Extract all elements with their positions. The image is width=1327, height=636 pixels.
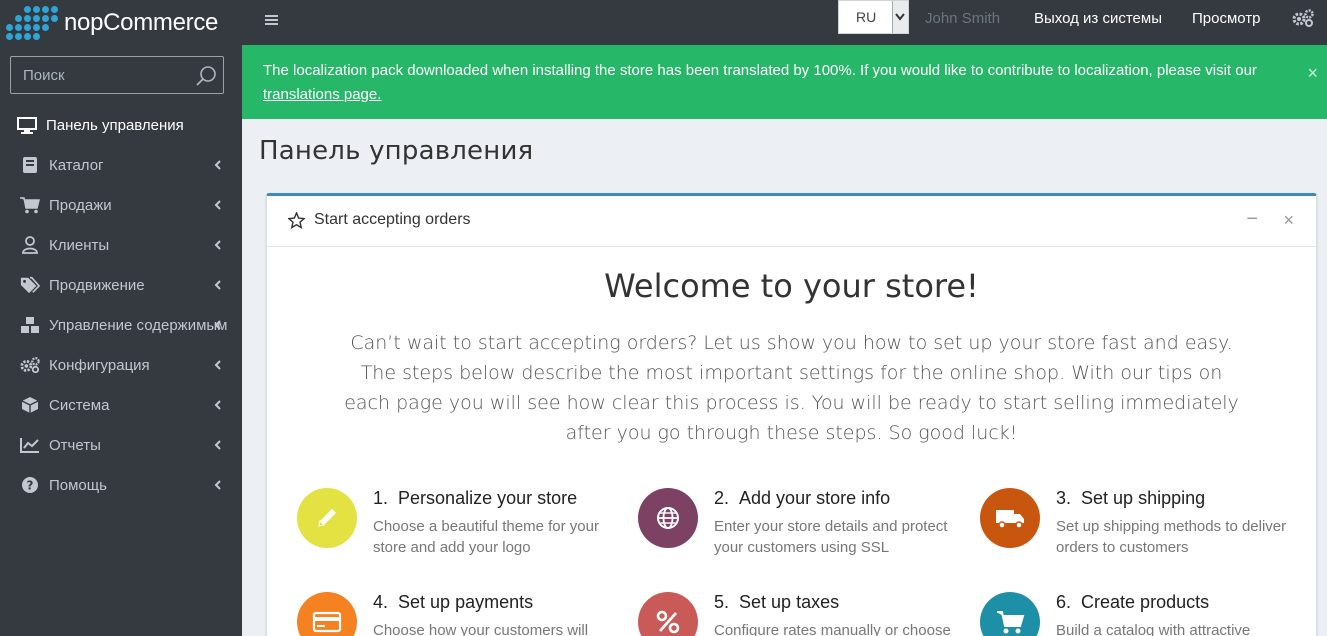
step-title: 2. Add your store info [714,488,891,508]
logout-link[interactable]: Выход из системы [1034,10,1162,27]
chevron-left-icon [214,280,221,290]
step-icon-circle [297,592,357,636]
localization-alert: The localization pack downloaded when in… [242,45,1327,119]
logo-text: nopCommerce [64,8,219,36]
sidebar-item-help[interactable]: ? Помощь [0,465,242,505]
sidebar-item-label: Каталог [49,156,104,174]
search-icon[interactable] [195,65,217,87]
card-minimize-button[interactable]: − [1246,208,1258,231]
chevron-left-icon [214,200,221,210]
line-chart-icon [20,436,40,454]
step-icon-circle [638,592,698,636]
chevron-left-icon [214,360,221,370]
chevron-left-icon [214,240,221,250]
logo[interactable]: nopCommerce [0,0,242,45]
svg-text:?: ? [27,479,34,493]
cogs-icon [20,356,40,374]
sidebar-item-label: Отчеты [49,436,101,454]
sidebar-item-label: Конфигурация [49,356,150,374]
cart-icon [20,196,40,214]
truck-icon [996,510,1024,529]
sidebar-item-reports[interactable]: Отчеты [0,425,242,465]
language-value: RU [856,9,877,25]
welcome-heading: Welcome to your store! [604,267,979,305]
sidebar-item-label: Система [49,396,110,414]
sidebar-item-promotions[interactable]: Продвижение [0,265,242,305]
star-icon [288,212,305,229]
alert-close-button[interactable]: × [1307,61,1318,85]
sidebar-item-label: Управление содержимым [49,316,228,334]
step-description: Choose how your customers will [373,622,589,636]
user-name[interactable]: John Smith [925,10,1000,27]
step-title: 1. Personalize your store [373,488,578,508]
percent-icon [656,610,680,634]
search-input[interactable] [11,66,191,84]
sidebar-item-customers[interactable]: Клиенты [0,225,242,265]
sidebar-item-system[interactable]: Система [0,385,242,425]
language-select[interactable]: RU [838,0,909,34]
sidebar-nav: Панель управления Каталог Продажи Клиент… [0,105,242,505]
chevron-left-icon [214,400,221,410]
chevron-left-icon [214,440,221,450]
card-close-button[interactable]: × [1283,210,1294,231]
translations-link[interactable]: translations page. [263,86,381,103]
sidebar-item-content-management[interactable]: Управление содержимым [0,305,242,345]
settings-gears-icon[interactable] [1292,9,1314,27]
step-icon-circle [638,488,698,548]
step-description: Build a catalog with attractive [1056,622,1251,636]
view-store-link[interactable]: Просмотр [1192,10,1261,27]
sidebar-item-label: Панель управления [46,116,184,134]
credit-card-icon [312,611,342,633]
step-description: Enter your store details and protect you… [714,518,948,556]
chevron-left-icon [214,160,221,170]
step-title: 3. Set up shipping [1056,488,1206,508]
step-icon-circle [980,488,1040,548]
chevron-left-icon [214,320,221,330]
step-title: 6. Create products [1056,592,1210,612]
sidebar-item-sales[interactable]: Продажи [0,185,242,225]
sidebar: nopCommerce Панель управления Каталог [0,0,242,636]
sidebar-item-label: Продвижение [49,276,145,294]
sidebar-item-label: Помощь [49,476,107,494]
sidebar-item-catalog[interactable]: Каталог [0,145,242,185]
step-title: 4. Set up payments [373,592,534,612]
chevron-down-icon [895,13,905,21]
sidebar-item-label: Продажи [49,196,112,214]
step-description: Configure rates manually or choose [714,622,951,636]
book-icon [20,156,40,174]
sidebar-item-configuration[interactable]: Конфигурация [0,345,242,385]
step-title: 5. Set up taxes [714,592,840,612]
tags-icon [20,276,40,294]
monitor-icon [17,116,37,134]
pencil-icon [318,509,336,527]
sidebar-item-dashboard[interactable]: Панель управления [0,105,242,145]
cubes-icon [20,316,40,334]
chevron-left-icon [214,480,221,490]
user-icon [20,236,40,254]
search-box [10,56,224,94]
step-description: Set up shipping methods to deliver order… [1056,518,1287,556]
hamburger-menu-icon[interactable] [265,13,279,27]
card-header: Start accepting orders − × [267,196,1316,247]
step-icon-circle [980,592,1040,636]
step-icon-circle [297,488,357,548]
topbar: RU John Smith Выход из системы Просмотр [242,0,1327,45]
question-icon: ? [20,476,40,494]
globe-icon [657,507,679,529]
cart-icon [997,611,1025,634]
alert-text: The localization pack downloaded when in… [263,62,1257,79]
sidebar-item-label: Клиенты [49,236,110,254]
card-title: Start accepting orders [314,211,471,228]
logo-dots-icon [6,5,58,40]
page-title: Панель управления [259,136,534,166]
step-description: Choose a beautiful theme for your store … [373,518,599,556]
cube-icon [20,396,40,414]
start-orders-card: Start accepting orders − × Welcome to yo… [266,193,1317,636]
intro-text: Can’t wait to start accepting orders? Le… [344,332,1239,444]
dropdown-arrow[interactable] [892,1,908,33]
